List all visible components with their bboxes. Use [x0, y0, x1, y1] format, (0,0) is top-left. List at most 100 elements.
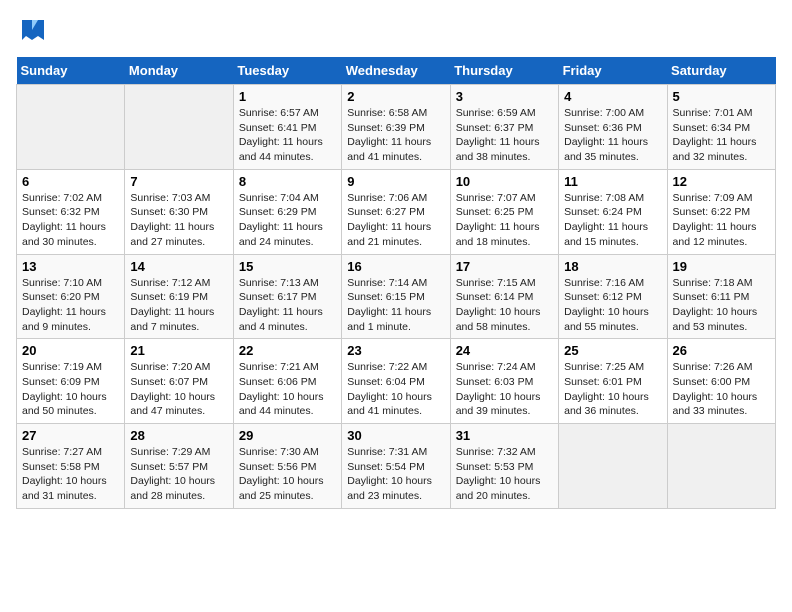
day-info: Sunrise: 7:00 AM Sunset: 6:36 PM Dayligh… [564, 106, 661, 165]
day-info: Sunrise: 7:03 AM Sunset: 6:30 PM Dayligh… [130, 191, 227, 250]
calendar-table: SundayMondayTuesdayWednesdayThursdayFrid… [16, 57, 776, 509]
calendar-cell: 3 Sunrise: 6:59 AM Sunset: 6:37 PM Daylig… [450, 85, 558, 170]
calendar-cell: 23 Sunrise: 7:22 AM Sunset: 6:04 PM Dayli… [342, 339, 450, 424]
day-info: Sunrise: 7:04 AM Sunset: 6:29 PM Dayligh… [239, 191, 336, 250]
day-number: 29 [239, 428, 336, 443]
calendar-cell: 5 Sunrise: 7:01 AM Sunset: 6:34 PM Daylig… [667, 85, 775, 170]
calendar-cell: 19 Sunrise: 7:18 AM Sunset: 6:11 PM Dayli… [667, 254, 775, 339]
day-info: Sunrise: 7:14 AM Sunset: 6:15 PM Dayligh… [347, 276, 444, 335]
day-info: Sunrise: 7:26 AM Sunset: 6:00 PM Dayligh… [673, 360, 770, 419]
day-number: 7 [130, 174, 227, 189]
day-number: 11 [564, 174, 661, 189]
day-info: Sunrise: 7:27 AM Sunset: 5:58 PM Dayligh… [22, 445, 119, 504]
day-number: 18 [564, 259, 661, 274]
day-info: Sunrise: 7:19 AM Sunset: 6:09 PM Dayligh… [22, 360, 119, 419]
day-info: Sunrise: 7:32 AM Sunset: 5:53 PM Dayligh… [456, 445, 553, 504]
day-info: Sunrise: 7:10 AM Sunset: 6:20 PM Dayligh… [22, 276, 119, 335]
day-number: 27 [22, 428, 119, 443]
day-number: 30 [347, 428, 444, 443]
day-info: Sunrise: 7:22 AM Sunset: 6:04 PM Dayligh… [347, 360, 444, 419]
logo [16, 16, 46, 49]
calendar-cell: 10Sunrise: 7:07 AM Sunset: 6:25 PM Dayli… [450, 169, 558, 254]
calendar-cell: 26Sunrise: 7:26 AM Sunset: 6:00 PM Dayli… [667, 339, 775, 424]
day-number: 21 [130, 343, 227, 358]
day-number: 16 [347, 259, 444, 274]
calendar-cell: 31Sunrise: 7:32 AM Sunset: 5:53 PM Dayli… [450, 424, 558, 509]
day-info: Sunrise: 6:58 AM Sunset: 6:39 PM Dayligh… [347, 106, 444, 165]
day-info: Sunrise: 7:24 AM Sunset: 6:03 PM Dayligh… [456, 360, 553, 419]
weekday-header-wednesday: Wednesday [342, 57, 450, 85]
day-info: Sunrise: 7:08 AM Sunset: 6:24 PM Dayligh… [564, 191, 661, 250]
day-info: Sunrise: 7:31 AM Sunset: 5:54 PM Dayligh… [347, 445, 444, 504]
calendar-header-row: SundayMondayTuesdayWednesdayThursdayFrid… [17, 57, 776, 85]
day-number: 25 [564, 343, 661, 358]
day-number: 14 [130, 259, 227, 274]
calendar-cell: 11 Sunrise: 7:08 AM Sunset: 6:24 PM Dayli… [559, 169, 667, 254]
day-info: Sunrise: 6:57 AM Sunset: 6:41 PM Dayligh… [239, 106, 336, 165]
calendar-cell: 17 Sunrise: 7:15 AM Sunset: 6:14 PM Dayli… [450, 254, 558, 339]
calendar-cell [17, 85, 125, 170]
day-info: Sunrise: 7:02 AM Sunset: 6:32 PM Dayligh… [22, 191, 119, 250]
weekday-header-tuesday: Tuesday [233, 57, 341, 85]
calendar-cell: 14 Sunrise: 7:12 AM Sunset: 6:19 PM Dayli… [125, 254, 233, 339]
calendar-week-row: 6 Sunrise: 7:02 AM Sunset: 6:32 PM Daylig… [17, 169, 776, 254]
day-number: 20 [22, 343, 119, 358]
weekday-header-monday: Monday [125, 57, 233, 85]
calendar-cell: 25Sunrise: 7:25 AM Sunset: 6:01 PM Dayli… [559, 339, 667, 424]
day-number: 5 [673, 89, 770, 104]
calendar-cell: 4Sunrise: 7:00 AM Sunset: 6:36 PM Daylig… [559, 85, 667, 170]
calendar-cell: 15 Sunrise: 7:13 AM Sunset: 6:17 PM Dayli… [233, 254, 341, 339]
calendar-week-row: 27 Sunrise: 7:27 AM Sunset: 5:58 PM Dayli… [17, 424, 776, 509]
day-number: 8 [239, 174, 336, 189]
calendar-cell: 24Sunrise: 7:24 AM Sunset: 6:03 PM Dayli… [450, 339, 558, 424]
day-info: Sunrise: 7:06 AM Sunset: 6:27 PM Dayligh… [347, 191, 444, 250]
calendar-week-row: 20 Sunrise: 7:19 AM Sunset: 6:09 PM Dayli… [17, 339, 776, 424]
day-number: 22 [239, 343, 336, 358]
day-number: 2 [347, 89, 444, 104]
calendar-cell: 1 Sunrise: 6:57 AM Sunset: 6:41 PM Daylig… [233, 85, 341, 170]
calendar-cell: 30 Sunrise: 7:31 AM Sunset: 5:54 PM Dayli… [342, 424, 450, 509]
calendar-week-row: 13 Sunrise: 7:10 AM Sunset: 6:20 PM Dayli… [17, 254, 776, 339]
day-info: Sunrise: 7:09 AM Sunset: 6:22 PM Dayligh… [673, 191, 770, 250]
weekday-header-saturday: Saturday [667, 57, 775, 85]
day-number: 6 [22, 174, 119, 189]
calendar-cell [667, 424, 775, 509]
day-info: Sunrise: 7:01 AM Sunset: 6:34 PM Dayligh… [673, 106, 770, 165]
day-number: 13 [22, 259, 119, 274]
day-number: 3 [456, 89, 553, 104]
day-info: Sunrise: 7:29 AM Sunset: 5:57 PM Dayligh… [130, 445, 227, 504]
calendar-cell: 7 Sunrise: 7:03 AM Sunset: 6:30 PM Daylig… [125, 169, 233, 254]
calendar-cell: 16 Sunrise: 7:14 AM Sunset: 6:15 PM Dayli… [342, 254, 450, 339]
calendar-cell: 27 Sunrise: 7:27 AM Sunset: 5:58 PM Dayli… [17, 424, 125, 509]
day-info: Sunrise: 7:12 AM Sunset: 6:19 PM Dayligh… [130, 276, 227, 335]
calendar-cell [559, 424, 667, 509]
weekday-header-sunday: Sunday [17, 57, 125, 85]
day-number: 1 [239, 89, 336, 104]
day-info: Sunrise: 7:13 AM Sunset: 6:17 PM Dayligh… [239, 276, 336, 335]
calendar-cell: 29Sunrise: 7:30 AM Sunset: 5:56 PM Dayli… [233, 424, 341, 509]
calendar-cell: 13 Sunrise: 7:10 AM Sunset: 6:20 PM Dayli… [17, 254, 125, 339]
calendar-cell: 6 Sunrise: 7:02 AM Sunset: 6:32 PM Daylig… [17, 169, 125, 254]
calendar-cell: 18 Sunrise: 7:16 AM Sunset: 6:12 PM Dayli… [559, 254, 667, 339]
day-number: 23 [347, 343, 444, 358]
calendar-cell: 12Sunrise: 7:09 AM Sunset: 6:22 PM Dayli… [667, 169, 775, 254]
weekday-header-friday: Friday [559, 57, 667, 85]
day-info: Sunrise: 7:20 AM Sunset: 6:07 PM Dayligh… [130, 360, 227, 419]
day-info: Sunrise: 7:15 AM Sunset: 6:14 PM Dayligh… [456, 276, 553, 335]
calendar-cell: 22 Sunrise: 7:21 AM Sunset: 6:06 PM Dayli… [233, 339, 341, 424]
day-info: Sunrise: 7:18 AM Sunset: 6:11 PM Dayligh… [673, 276, 770, 335]
day-info: Sunrise: 7:21 AM Sunset: 6:06 PM Dayligh… [239, 360, 336, 419]
day-number: 28 [130, 428, 227, 443]
calendar-cell: 28 Sunrise: 7:29 AM Sunset: 5:57 PM Dayli… [125, 424, 233, 509]
calendar-cell: 20 Sunrise: 7:19 AM Sunset: 6:09 PM Dayli… [17, 339, 125, 424]
day-info: Sunrise: 6:59 AM Sunset: 6:37 PM Dayligh… [456, 106, 553, 165]
day-info: Sunrise: 7:16 AM Sunset: 6:12 PM Dayligh… [564, 276, 661, 335]
day-number: 15 [239, 259, 336, 274]
page-header [16, 16, 776, 49]
weekday-header-thursday: Thursday [450, 57, 558, 85]
calendar-cell: 21 Sunrise: 7:20 AM Sunset: 6:07 PM Dayli… [125, 339, 233, 424]
day-number: 10 [456, 174, 553, 189]
day-number: 19 [673, 259, 770, 274]
day-number: 17 [456, 259, 553, 274]
logo-flag-icon [18, 16, 46, 44]
